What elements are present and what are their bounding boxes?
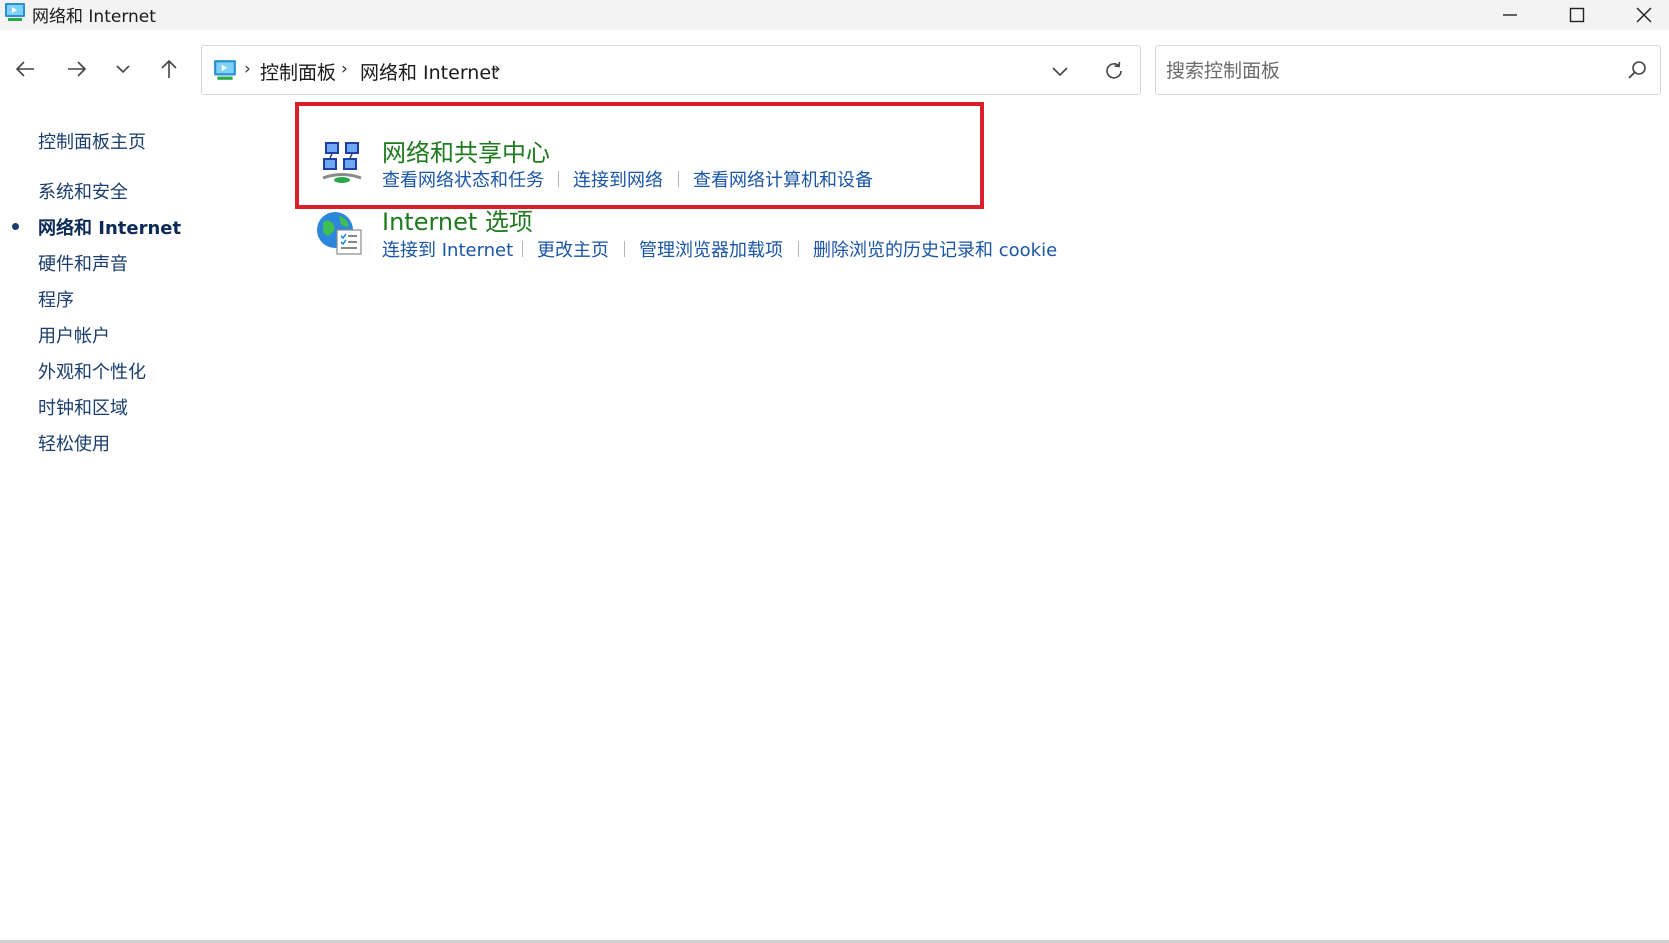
sidebar-item-network-internet[interactable]: 网络和 Internet — [38, 214, 181, 240]
active-bullet — [12, 223, 19, 230]
breadcrumb-control-panel[interactable]: 控制面板 — [260, 58, 336, 85]
sidebar-item-control-panel-home[interactable]: 控制面板主页 — [38, 128, 146, 154]
link-separator — [522, 241, 523, 257]
network-sharing-center-icon[interactable] — [317, 138, 367, 188]
manage-browser-addons-link[interactable]: 管理浏览器加载项 — [639, 236, 783, 262]
minimize-icon — [1503, 14, 1517, 16]
refresh-button[interactable] — [1100, 57, 1128, 85]
connect-to-internet-link[interactable]: 连接到 Internet — [382, 236, 513, 262]
link-separator — [798, 241, 799, 257]
network-sharing-center-title[interactable]: 网络和共享中心 — [382, 133, 550, 168]
breadcrumb-separator[interactable]: › — [244, 59, 251, 79]
maximize-icon — [1569, 7, 1585, 23]
title-bar: 网络和 Internet — [0, 0, 1669, 30]
chevron-down-icon — [1052, 67, 1068, 77]
link-separator — [558, 171, 559, 187]
breadcrumb-separator[interactable]: › — [341, 59, 348, 79]
minimize-button[interactable] — [1478, 0, 1542, 30]
refresh-icon — [1106, 61, 1122, 79]
search-input[interactable] — [1164, 54, 1608, 88]
sidebar-item-ease-of-access[interactable]: 轻松使用 — [38, 430, 110, 456]
control-panel-icon — [5, 3, 25, 21]
breadcrumb-network-internet[interactable]: 网络和 Internet — [360, 58, 498, 85]
sidebar-item-hardware-sound[interactable]: 硬件和声音 — [38, 250, 128, 276]
arrow-up-icon — [161, 59, 177, 78]
back-button[interactable] — [10, 52, 40, 86]
arrow-left-icon — [15, 61, 34, 77]
breadcrumb-separator[interactable]: › — [494, 59, 501, 79]
sidebar-item-appearance[interactable]: 外观和个性化 — [38, 358, 146, 384]
link-separator — [678, 171, 679, 187]
chevron-down-icon — [116, 65, 130, 74]
sidebar-item-clock-region[interactable]: 时钟和区域 — [38, 394, 128, 420]
close-icon — [1636, 7, 1652, 23]
view-network-status-link[interactable]: 查看网络状态和任务 — [382, 166, 544, 192]
maximize-button[interactable] — [1545, 0, 1609, 30]
internet-options-title[interactable]: Internet 选项 — [382, 202, 533, 237]
control-panel-icon — [214, 60, 236, 80]
internet-options-icon[interactable] — [315, 208, 365, 258]
window-title: 网络和 Internet — [32, 7, 156, 27]
address-bar[interactable]: › 控制面板 › 网络和 Internet › — [201, 45, 1141, 95]
sidebar-item-programs[interactable]: 程序 — [38, 286, 74, 312]
change-homepage-link[interactable]: 更改主页 — [537, 236, 609, 262]
forward-button[interactable] — [62, 52, 92, 86]
search-box[interactable] — [1155, 45, 1661, 95]
sidebar-item-user-accounts[interactable]: 用户帐户 — [38, 322, 110, 348]
delete-browsing-history-link[interactable]: 删除浏览的历史记录和 cookie — [813, 236, 1057, 262]
link-separator — [624, 241, 625, 257]
sidebar-item-system-security[interactable]: 系统和安全 — [38, 178, 128, 204]
close-button[interactable] — [1612, 0, 1669, 30]
recent-locations-button[interactable] — [108, 52, 138, 86]
view-network-computers-link[interactable]: 查看网络计算机和设备 — [693, 166, 873, 192]
connect-to-network-link[interactable]: 连接到网络 — [573, 166, 663, 192]
search-icon[interactable] — [1626, 59, 1648, 81]
address-dropdown-button[interactable] — [1047, 58, 1073, 84]
up-button[interactable] — [154, 52, 184, 86]
arrow-right-icon — [68, 61, 87, 77]
